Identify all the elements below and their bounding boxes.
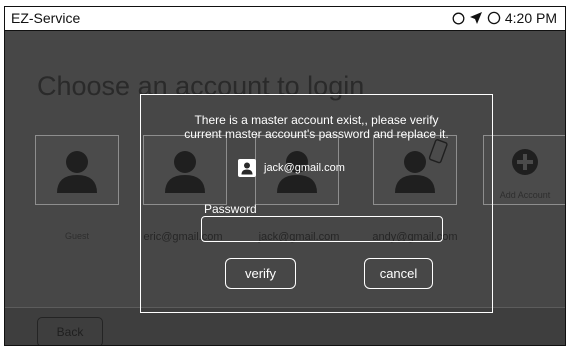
account-tile-guest[interactable] [35,135,119,205]
add-account-tile[interactable]: Add Account [483,135,565,205]
user-avatar-icon [57,151,97,193]
cancel-button[interactable]: cancel [364,258,433,289]
add-circle-icon [512,148,538,175]
dialog-message-line-1: There is a master account exist,, please… [194,113,439,127]
verify-master-dialog: There is a master account exist,, please… [140,94,493,313]
back-button[interactable]: Back [37,317,103,345]
dialog-message-line-2: current master account's password and re… [184,127,449,141]
dialog-message: There is a master account exist,, please… [141,113,492,141]
verify-button[interactable]: verify [225,258,296,289]
master-account-email: jack@gmail.com [264,162,345,174]
location-arrow-icon [469,12,482,24]
app-title: EZ-Service [11,10,81,26]
user-icon [238,159,256,177]
circle-status-icon [452,12,465,24]
add-account-label: Add Account [499,190,551,200]
password-label: Password [204,202,257,216]
status-time: 4:20 PM [504,10,557,26]
title-bar: EZ-Service 4:20 PM [5,7,565,31]
status-area: 4:20 PM [452,10,557,26]
account-label-guest: Guest [64,231,89,241]
app-window: EZ-Service 4:20 PM Choose an account to … [4,6,566,346]
clock-icon [487,11,501,25]
master-account: jack@gmail.com [238,159,345,177]
password-input[interactable] [201,216,443,242]
